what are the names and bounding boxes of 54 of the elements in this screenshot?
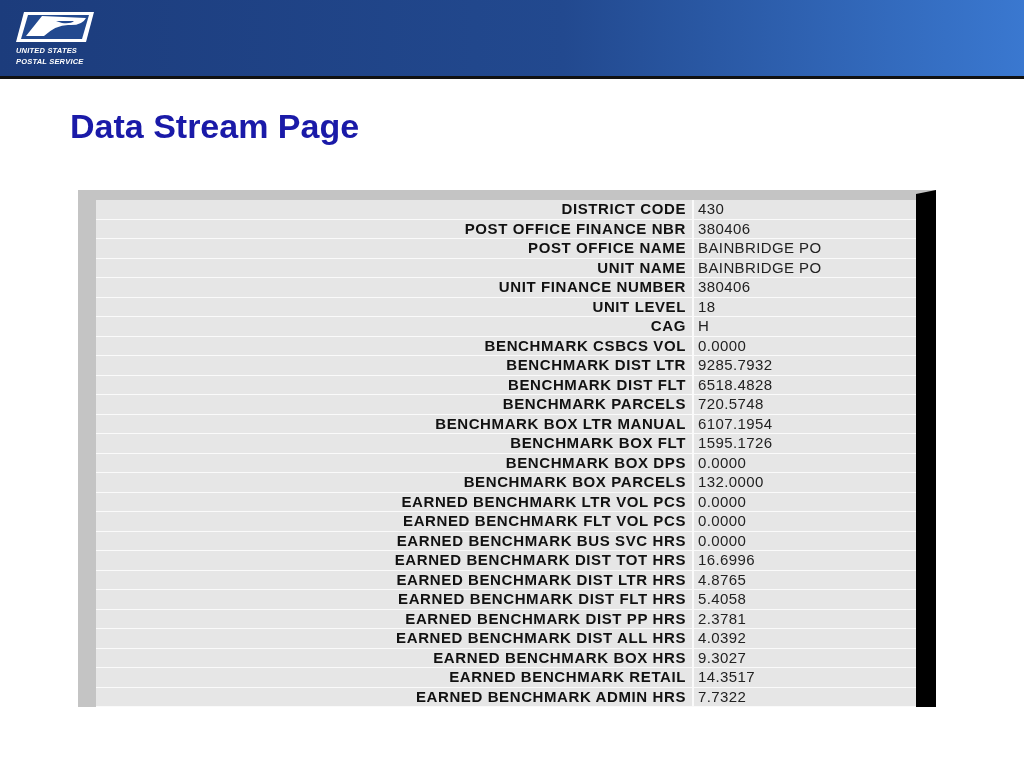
field-label: EARNED BENCHMARK DIST PP HRS xyxy=(96,609,694,628)
field-label: POST OFFICE NAME xyxy=(96,239,694,258)
field-label: EARNED BENCHMARK BOX HRS xyxy=(96,648,694,667)
field-value: 5.4058 xyxy=(697,590,748,609)
field-value: 6107.1954 xyxy=(697,414,774,433)
field-label: BENCHMARK CSBCS VOL xyxy=(96,336,694,355)
field-value: 430 xyxy=(697,200,726,219)
field-label: UNIT NAME xyxy=(96,258,694,277)
field-value: 0.0000 xyxy=(697,512,748,531)
field-label: BENCHMARK DIST FLT xyxy=(96,375,694,394)
field-value: 14.3517 xyxy=(697,668,757,687)
field-label: BENCHMARK BOX FLT xyxy=(96,434,694,453)
field-label: DISTRICT CODE xyxy=(96,200,694,219)
field-label: EARNED BENCHMARK DIST FLT HRS xyxy=(96,590,694,609)
field-value: 4.0392 xyxy=(697,629,748,648)
field-value: 0.0000 xyxy=(697,453,748,472)
field-label: BENCHMARK DIST LTR xyxy=(96,356,694,375)
field-label: UNIT LEVEL xyxy=(96,297,694,316)
field-label: EARNED BENCHMARK DIST TOT HRS xyxy=(96,551,694,570)
field-label: EARNED BENCHMARK BUS SVC HRS xyxy=(96,531,694,550)
field-value: 0.0000 xyxy=(697,336,748,355)
eagle-logo-icon xyxy=(16,10,94,44)
field-label: EARNED BENCHMARK LTR VOL PCS xyxy=(96,492,694,511)
field-label: BENCHMARK PARCELS xyxy=(96,395,694,414)
field-label: EARNED BENCHMARK ADMIN HRS xyxy=(96,687,694,706)
field-label: EARNED BENCHMARK RETAIL xyxy=(96,668,694,687)
field-value: 380406 xyxy=(697,219,752,238)
field-label: BENCHMARK BOX LTR MANUAL xyxy=(96,414,694,433)
field-value: 720.5748 xyxy=(697,395,765,414)
field-value: 6518.4828 xyxy=(697,375,774,394)
field-label: BENCHMARK BOX DPS xyxy=(96,453,694,472)
field-value: 132.0000 xyxy=(697,473,765,492)
field-label: EARNED BENCHMARK DIST ALL HRS xyxy=(96,629,694,648)
field-label: CAG xyxy=(96,317,694,336)
field-value: 1595.1726 xyxy=(697,434,774,453)
field-value: 0.0000 xyxy=(697,531,748,550)
field-value: BAINBRIDGE PO xyxy=(697,239,823,258)
field-label: BENCHMARK BOX PARCELS xyxy=(96,473,694,492)
field-value: BAINBRIDGE PO xyxy=(697,258,823,277)
field-value: 7.7322 xyxy=(697,687,748,706)
field-value: 16.6996 xyxy=(697,551,757,570)
field-label: EARNED BENCHMARK FLT VOL PCS xyxy=(96,512,694,531)
field-label: UNIT FINANCE NUMBER xyxy=(96,278,694,297)
field-value: 9285.7932 xyxy=(697,356,774,375)
field-value: 0.0000 xyxy=(697,492,748,511)
field-value: 18 xyxy=(697,297,717,316)
field-value: 2.3781 xyxy=(697,609,748,628)
page-title: Data Stream Page xyxy=(70,106,361,146)
field-label: POST OFFICE FINANCE NBR xyxy=(96,219,694,238)
field-label: EARNED BENCHMARK DIST LTR HRS xyxy=(96,570,694,589)
field-value: H xyxy=(697,317,711,336)
field-value: 380406 xyxy=(697,278,752,297)
field-value: 9.3027 xyxy=(697,648,748,667)
field-value: 4.8765 xyxy=(697,570,748,589)
